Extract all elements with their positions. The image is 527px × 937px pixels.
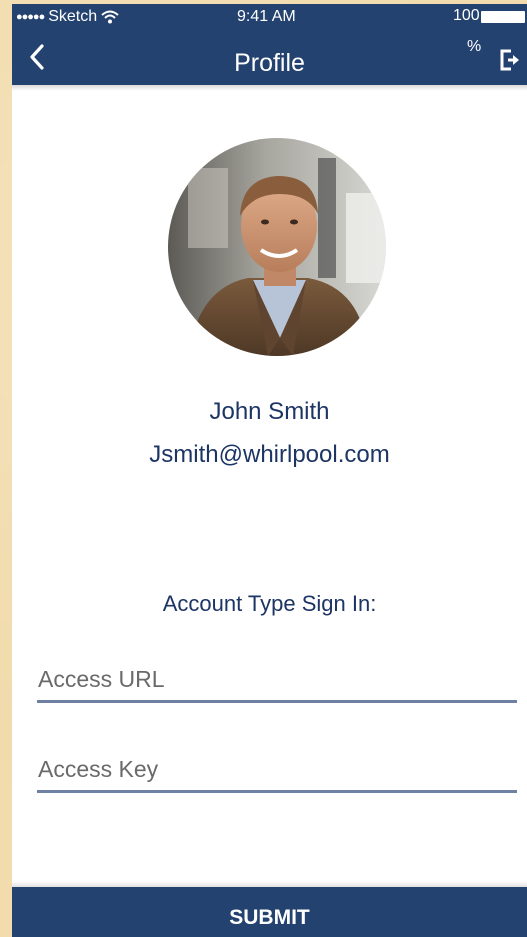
logout-icon (500, 49, 519, 71)
signal-strength-icon: ●●●●● (16, 11, 45, 23)
battery-level: 100 (453, 7, 480, 24)
app-screen: ●●●●● Sketch 9:41 AM 100 % Profile John … (12, 4, 527, 937)
access-url-field[interactable] (37, 659, 517, 703)
carrier-name: Sketch (48, 8, 98, 25)
nav-header: ●●●●● Sketch 9:41 AM 100 % Profile (12, 4, 527, 85)
wifi-icon (101, 10, 119, 24)
carrier-info: ●●●●● Sketch (16, 8, 119, 26)
account-type-label: Account Type Sign In: (162, 591, 377, 616)
header-shadow (12, 85, 527, 91)
user-name: John Smith (209, 398, 330, 425)
logout-button[interactable] (498, 48, 522, 72)
avatar (168, 138, 386, 356)
profile-photo (168, 138, 386, 356)
submit-button[interactable]: SUBMIT (12, 887, 527, 937)
battery-icon (481, 11, 525, 23)
status-bar: ●●●●● Sketch 9:41 AM 100 (12, 4, 527, 32)
access-key-field[interactable] (37, 749, 517, 793)
user-email: Jsmith@whirlpool.com (149, 441, 390, 468)
page-title: Profile (234, 49, 305, 77)
status-time: 9:41 AM (237, 8, 296, 25)
